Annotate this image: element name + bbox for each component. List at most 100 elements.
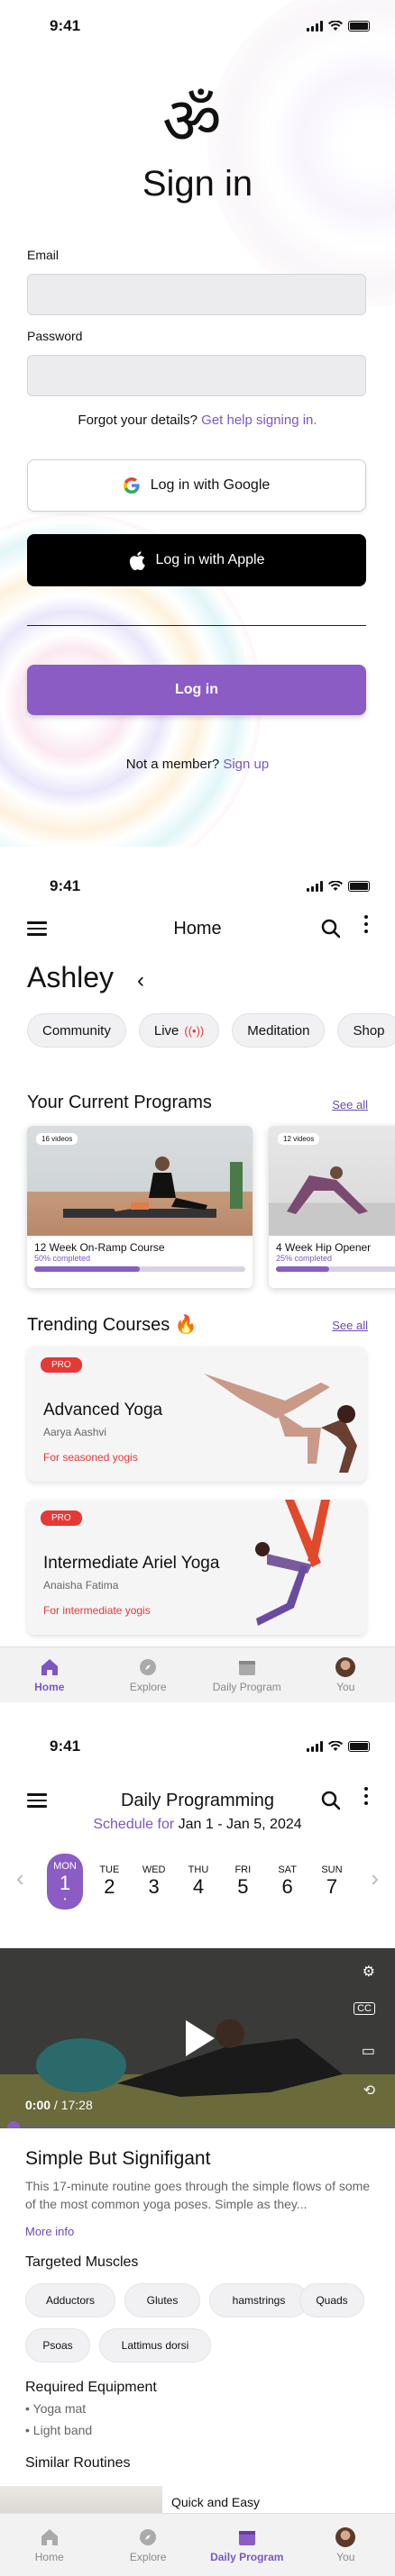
wifi-icon bbox=[328, 21, 343, 31]
course-card[interactable]: PRO Intermediate Ariel Yoga Anaisha Fati… bbox=[27, 1500, 366, 1635]
equipment-item: • Yoga mat bbox=[25, 2401, 87, 2416]
tab-you-label: You bbox=[336, 1680, 355, 1693]
battery-icon bbox=[348, 21, 370, 32]
day-number: 6 bbox=[281, 1875, 293, 1898]
program-name: 4 Week Hip Opener bbox=[276, 1241, 372, 1254]
tab-daily-program[interactable]: Daily Program bbox=[198, 2514, 297, 2576]
muscle-chip: Glutes bbox=[124, 2283, 200, 2317]
home-icon bbox=[41, 1658, 58, 1675]
video-scrubber[interactable] bbox=[9, 2125, 395, 2128]
tab-home[interactable]: Home bbox=[0, 1647, 99, 1702]
more-options-icon[interactable] bbox=[364, 1787, 368, 1805]
google-icon bbox=[123, 477, 140, 494]
chevron-right-icon[interactable]: › bbox=[371, 1864, 379, 1892]
schedule-label: Schedule for bbox=[93, 1817, 175, 1832]
play-icon[interactable] bbox=[182, 2018, 218, 2058]
signin-screen: 9:41 ॐ Sign in Email Password Forgot you… bbox=[0, 0, 395, 847]
app-bar: Daily Programming bbox=[0, 1782, 395, 1819]
trending-see-all-link[interactable]: See all bbox=[332, 1319, 368, 1332]
apple-login-label: Log in with Apple bbox=[155, 552, 265, 567]
video-scrubber-handle[interactable] bbox=[7, 2121, 20, 2128]
chip-live-label: Live bbox=[153, 1022, 179, 1039]
day-item[interactable]: WED 3 bbox=[136, 1855, 172, 1908]
program-progress-text: 25% completed bbox=[276, 1254, 333, 1263]
live-broadcast-icon: ((•)) bbox=[184, 1023, 205, 1038]
login-button[interactable]: Log in bbox=[27, 665, 366, 715]
chip-shop[interactable]: Shop bbox=[337, 1013, 395, 1048]
programs-see-all-link[interactable]: See all bbox=[332, 1098, 368, 1111]
tab-home[interactable]: Home bbox=[0, 2514, 99, 2576]
cast-icon[interactable]: ▭ bbox=[362, 2042, 375, 2060]
course-level: For seasoned yogis bbox=[43, 1451, 138, 1464]
course-card[interactable]: PRO Advanced Yoga Aarya Aashvi For seaso… bbox=[27, 1347, 366, 1482]
course-level: For intermediate yogis bbox=[43, 1604, 151, 1617]
tab-home-label: Home bbox=[34, 1680, 65, 1693]
email-label: Email bbox=[27, 248, 60, 262]
similar-routine-title[interactable]: Quick and Easy bbox=[171, 2495, 260, 2509]
tab-explore-label: Explore bbox=[129, 2550, 167, 2563]
tab-you[interactable]: You bbox=[297, 2514, 395, 2576]
pro-badge: PRO bbox=[41, 1510, 82, 1526]
status-time: 9:41 bbox=[50, 877, 81, 894]
day-item[interactable]: SAT 6 bbox=[270, 1855, 306, 1908]
day-item[interactable]: FRI 5 bbox=[225, 1855, 261, 1908]
daily-program-screen: 9:41 Daily Programming Schedule for Jan … bbox=[0, 1720, 395, 2576]
program-progress-fill bbox=[276, 1266, 329, 1272]
password-field[interactable] bbox=[27, 355, 366, 396]
status-bar: 9:41 bbox=[0, 0, 395, 52]
more-info-link[interactable]: More info bbox=[25, 2225, 74, 2238]
om-logo: ॐ bbox=[162, 83, 222, 159]
status-bar: 9:41 bbox=[0, 1720, 395, 1773]
chevron-left-icon[interactable]: ‹ bbox=[16, 1864, 24, 1892]
calendar-icon bbox=[238, 2530, 255, 2545]
day-item[interactable]: TUE 2 bbox=[91, 1855, 127, 1908]
more-options-icon[interactable] bbox=[364, 915, 368, 933]
day-name: FRI bbox=[234, 1864, 252, 1875]
tab-explore[interactable]: Explore bbox=[99, 1647, 198, 1702]
rotate-icon[interactable]: ⟲ bbox=[363, 2082, 375, 2100]
chip-meditation[interactable]: Meditation bbox=[232, 1013, 326, 1048]
signup-link[interactable]: Sign up bbox=[223, 757, 269, 772]
schedule-heading: Schedule for Jan 1 - Jan 5, 2024 bbox=[0, 1817, 395, 1833]
tab-bar: Home Explore Daily Program You bbox=[0, 1646, 395, 1702]
day-name: SUN bbox=[321, 1864, 343, 1875]
muscle-chip: hamstrings bbox=[209, 2283, 308, 2317]
day-item[interactable]: THU 4 bbox=[180, 1855, 216, 1908]
course-instructor: Aarya Aashvi bbox=[43, 1426, 107, 1438]
member-text: Not a member? bbox=[125, 757, 220, 772]
search-icon[interactable] bbox=[321, 1791, 341, 1810]
day-name: MON bbox=[53, 1860, 77, 1872]
chevron-left-icon[interactable]: ‹ bbox=[137, 968, 144, 993]
menu-icon[interactable] bbox=[27, 918, 47, 939]
chip-community[interactable]: Community bbox=[27, 1013, 126, 1048]
tab-daily-program[interactable]: Daily Program bbox=[198, 1647, 297, 1702]
tab-you-label: You bbox=[336, 2550, 355, 2563]
tab-explore-label: Explore bbox=[129, 1680, 167, 1693]
equipment-item: • Light band bbox=[25, 2423, 93, 2437]
video-player[interactable]: ⚙ CC ▭ ⟲ 0:00 / 17:28 bbox=[0, 1948, 395, 2128]
battery-icon bbox=[348, 881, 370, 892]
video-time: 0:00 / 17:28 bbox=[25, 2098, 93, 2112]
menu-icon[interactable] bbox=[27, 1790, 47, 1811]
day-item[interactable]: SUN 7 bbox=[314, 1855, 350, 1908]
signup-row: Not a member? Sign up bbox=[0, 757, 395, 772]
forgot-link[interactable]: Get help signing in. bbox=[201, 413, 317, 428]
tab-explore[interactable]: Explore bbox=[99, 2514, 198, 2576]
chip-live[interactable]: Live ((•)) bbox=[138, 1013, 220, 1048]
app-bar: Home bbox=[0, 910, 395, 948]
email-field[interactable] bbox=[27, 274, 366, 315]
day-item[interactable]: MON 1 • bbox=[47, 1854, 83, 1909]
program-card[interactable]: 16 videos 12 Week On-Ramp Course 50% com… bbox=[27, 1126, 253, 1288]
apple-login-button[interactable]: Log in with Apple bbox=[27, 534, 366, 586]
search-icon[interactable] bbox=[321, 919, 341, 939]
google-login-button[interactable]: Log in with Google bbox=[27, 459, 366, 512]
tab-home-label: Home bbox=[34, 2550, 64, 2563]
settings-icon[interactable]: ⚙ bbox=[363, 1963, 375, 1981]
google-login-label: Log in with Google bbox=[150, 477, 271, 493]
captions-icon[interactable]: CC bbox=[354, 2002, 375, 2015]
program-card[interactable]: 12 videos 4 Week Hip Opener 25% complete… bbox=[269, 1126, 395, 1288]
tab-you[interactable]: You bbox=[297, 1647, 395, 1702]
muscle-chip: Lattimus dorsi bbox=[99, 2328, 211, 2363]
yoga-pose-image bbox=[204, 1374, 357, 1473]
day-number: 2 bbox=[104, 1875, 115, 1898]
